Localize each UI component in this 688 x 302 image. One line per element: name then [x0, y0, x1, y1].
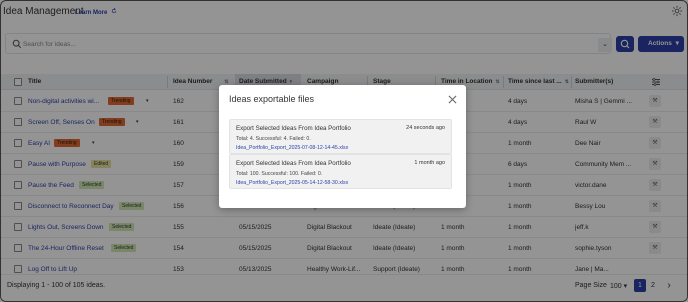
export-file-link[interactable]: Idea_Portfolio_Export_2025-07-08-12-14-4… [236, 145, 348, 151]
export-title: Export Selected Ideas From Idea Portfoli… [236, 160, 351, 167]
export-item: Export Selected Ideas From Idea Portfoli… [229, 154, 452, 189]
export-item: Export Selected Ideas From Idea Portfoli… [229, 119, 452, 154]
export-file-link[interactable]: Idea_Portfolio_Export_2025-05-14-12-58-3… [236, 180, 348, 186]
export-stats: Total: 4. Successful: 4. Failed: 0. [236, 136, 311, 142]
close-icon[interactable] [448, 95, 457, 104]
export-time: 24 seconds ago [406, 125, 445, 131]
export-time: 1 month ago [414, 160, 445, 166]
export-title: Export Selected Ideas From Idea Portfoli… [236, 125, 351, 132]
exports-modal: Ideas exportable files Export Selected I… [219, 85, 466, 208]
export-stats: Total: 100. Successful: 100. Failed: 0. [236, 171, 323, 177]
modal-title: Ideas exportable files [229, 94, 315, 104]
